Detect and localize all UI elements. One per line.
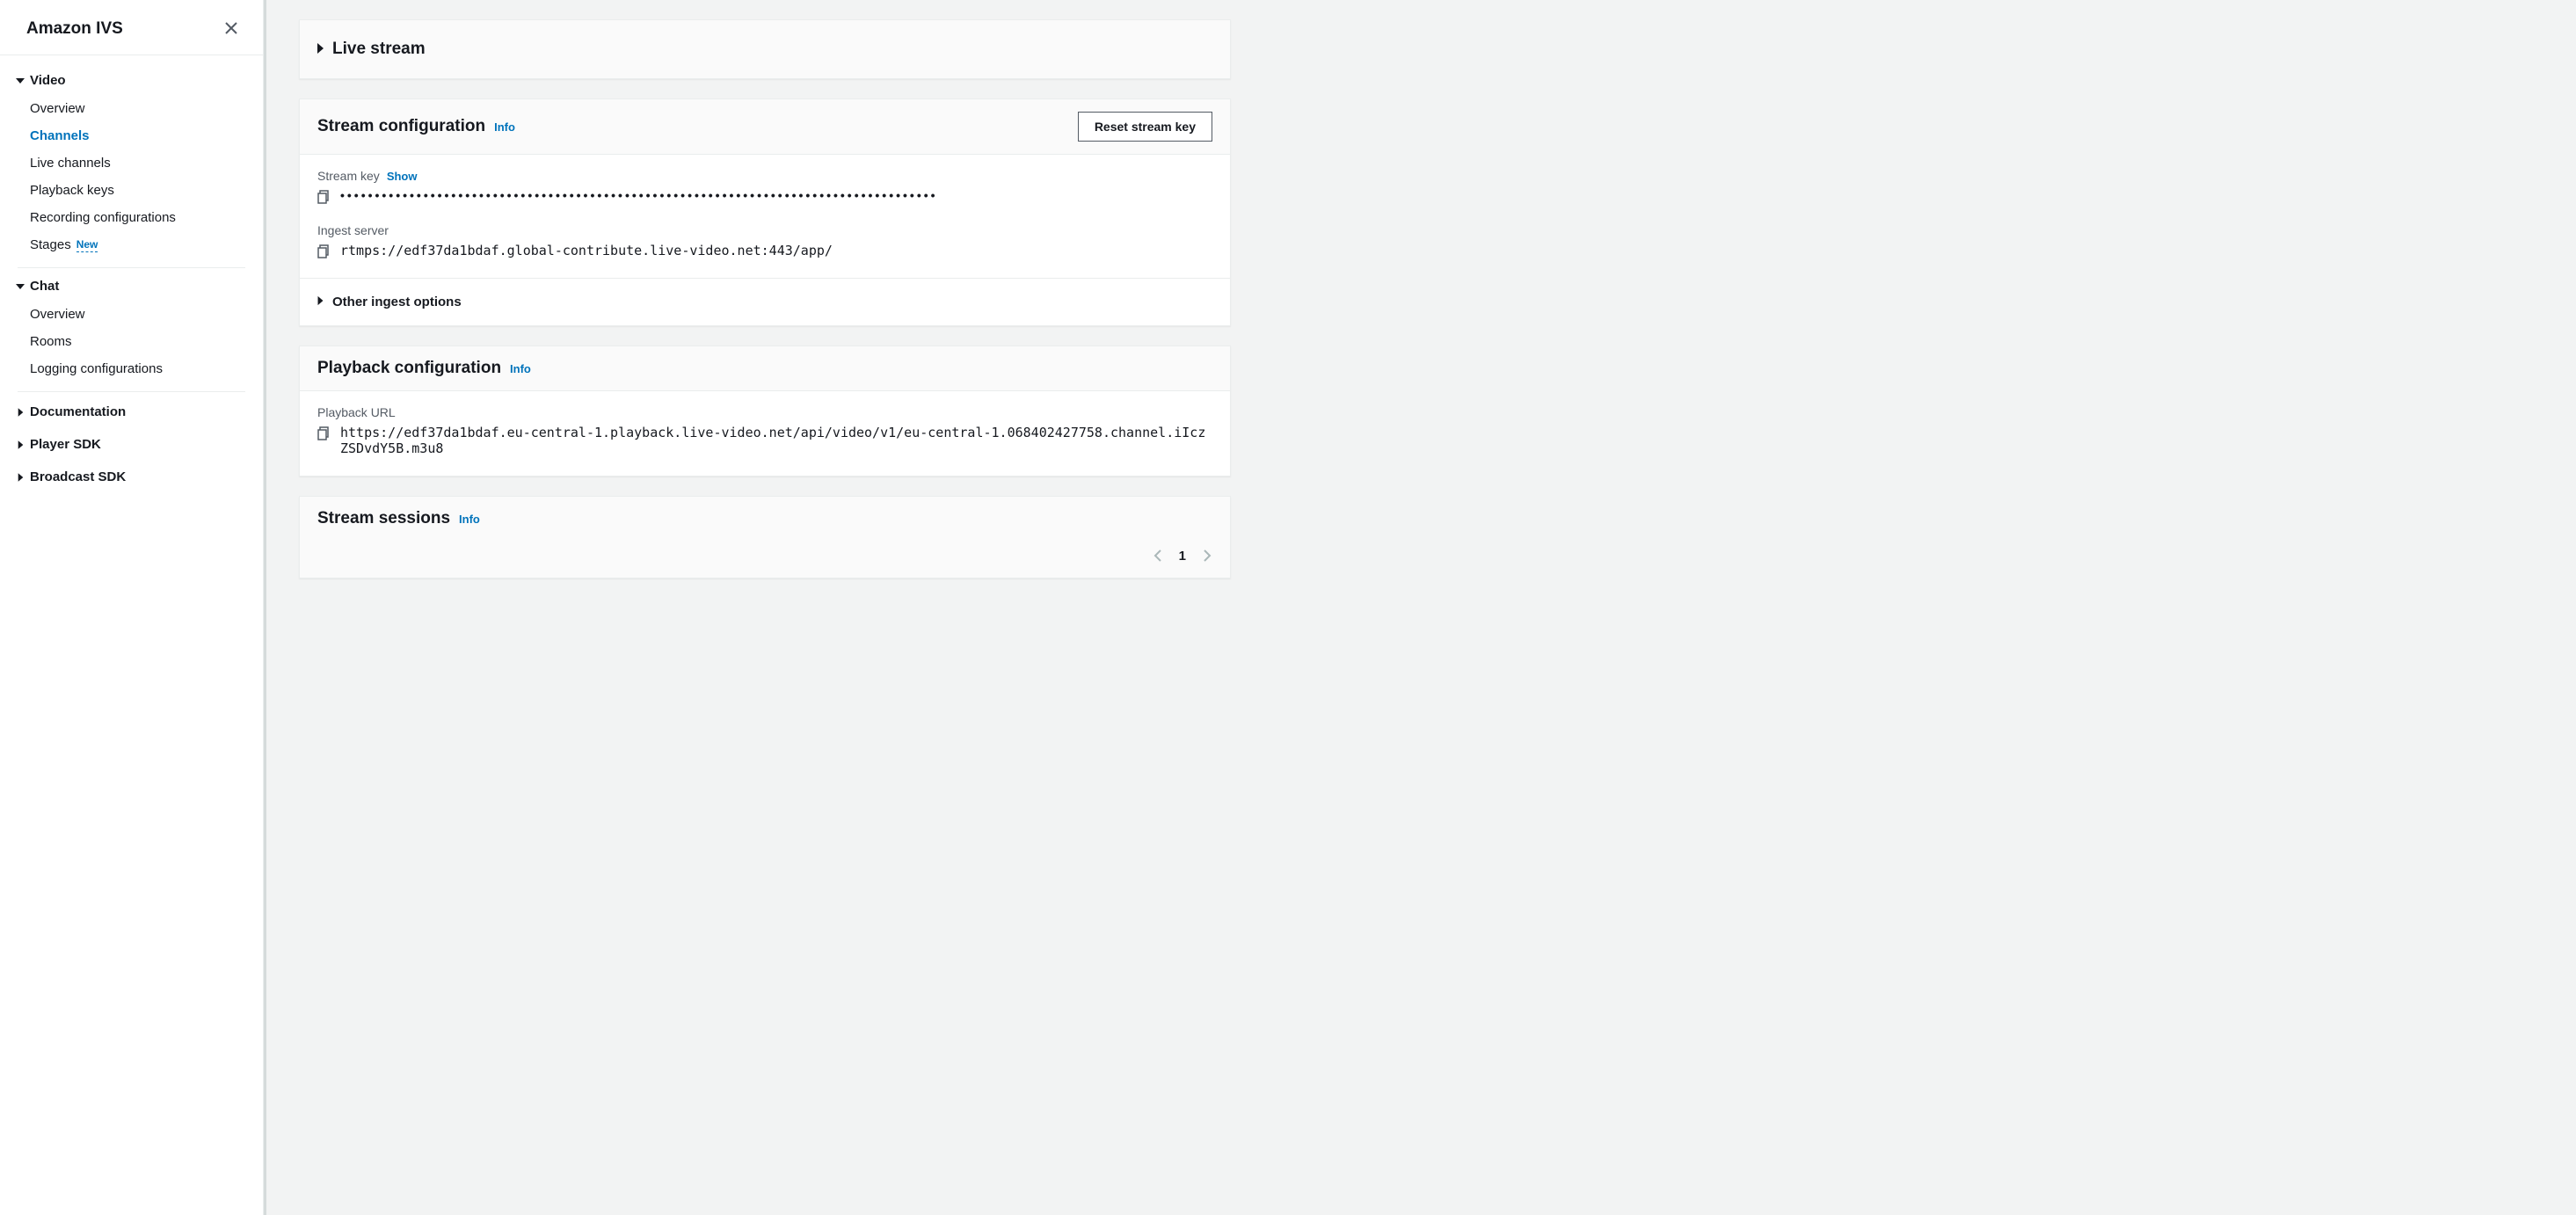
live-stream-panel: Live stream [299,19,1231,79]
sidebar-header: Amazon IVS [0,0,263,55]
copy-icon[interactable] [317,426,331,440]
nav-item-live-channels[interactable]: Live channels [30,149,263,177]
ingest-server-label: Ingest server [317,223,389,237]
nav-group-label: Chat [30,279,59,294]
pagination: 1 [300,541,1230,578]
nav-item-chat-overview[interactable]: Overview [30,301,263,328]
info-link[interactable]: Info [459,513,480,526]
info-link[interactable]: Info [510,362,531,375]
live-stream-expander[interactable]: Live stream [300,20,1230,78]
stream-config-title: Stream configuration [317,117,485,136]
nav-item-channels[interactable]: Channels [30,122,263,149]
nav-group-documentation[interactable]: Documentation [0,396,263,428]
nav-items-video: Overview Channels Live channels Playback… [0,95,263,258]
nav-group-player-sdk[interactable]: Player SDK [0,428,263,461]
live-stream-title: Live stream [332,40,426,59]
service-title: Amazon IVS [26,19,123,39]
nav-items-chat: Overview Rooms Logging configurations [0,301,263,382]
caret-right-icon [317,40,324,59]
nav-divider [18,391,245,392]
caret-right-icon [16,473,25,482]
nav-group-chat[interactable]: Chat [0,272,263,301]
playback-configuration-panel: Playback configuration Info Playback URL… [299,346,1231,477]
close-icon [224,18,238,40]
chevron-left-icon [1153,549,1162,563]
new-badge: New [76,238,98,252]
stream-key-masked-value: ••••••••••••••••••••••••••••••••••••••••… [340,188,938,202]
caret-right-icon [16,408,25,417]
nav-item-logging-configurations[interactable]: Logging configurations [30,355,263,382]
ingest-server-field: Ingest server rtmps://edf37da1bdaf.globa… [317,223,1212,258]
nav-group-broadcast-sdk[interactable]: Broadcast SDK [0,461,263,493]
stream-sessions-header: Stream sessions Info [300,497,1230,541]
next-page-button[interactable] [1202,548,1212,564]
nav-item-recording-configurations[interactable]: Recording configurations [30,204,263,231]
show-stream-key-link[interactable]: Show [387,170,418,183]
nav-divider [18,267,245,268]
copy-icon[interactable] [317,244,331,258]
stream-key-field: Stream key Show ••••••••••••••••••••••••… [317,169,1212,204]
playback-url-value: https://edf37da1bdaf.eu-central-1.playba… [340,425,1212,456]
nav-group-video[interactable]: Video [0,66,263,95]
ingest-server-value: rtmps://edf37da1bdaf.global-contribute.l… [340,243,833,258]
nav-section: Video Overview Channels Live channels Pl… [0,55,263,497]
caret-down-icon [16,282,25,291]
close-sidebar-button[interactable] [219,16,244,42]
stream-sessions-panel: Stream sessions Info 1 [299,496,1231,578]
playback-url-field: Playback URL https://edf37da1bdaf.eu-cen… [317,405,1212,456]
copy-icon[interactable] [317,190,331,204]
nav-group-label: Video [30,73,66,88]
playback-url-label: Playback URL [317,405,396,419]
info-link[interactable]: Info [494,120,515,134]
stream-key-label: Stream key [317,169,380,183]
other-ingest-options-expander[interactable]: Other ingest options [300,278,1230,325]
caret-right-icon [16,440,25,449]
stream-sessions-title: Stream sessions [317,509,450,528]
page-number: 1 [1179,549,1186,564]
stream-config-header: Stream configuration Info Reset stream k… [300,99,1230,155]
stream-configuration-panel: Stream configuration Info Reset stream k… [299,98,1231,326]
playback-config-header: Playback configuration Info [300,346,1230,391]
nav-item-playback-keys[interactable]: Playback keys [30,177,263,204]
nav-item-stages[interactable]: Stages New [30,231,263,258]
caret-right-icon [317,295,324,309]
prev-page-button[interactable] [1153,548,1163,564]
caret-down-icon [16,76,25,85]
other-ingest-label: Other ingest options [332,295,462,309]
nav-item-rooms[interactable]: Rooms [30,328,263,355]
chevron-right-icon [1203,549,1212,563]
sidebar: Amazon IVS Video Overview Channels Live … [0,0,264,1215]
nav-item-overview[interactable]: Overview [30,95,263,122]
playback-config-title: Playback configuration [317,359,501,378]
reset-stream-key-button[interactable]: Reset stream key [1078,112,1212,142]
main-content: Live stream Stream configuration Info Re… [264,0,2576,1215]
